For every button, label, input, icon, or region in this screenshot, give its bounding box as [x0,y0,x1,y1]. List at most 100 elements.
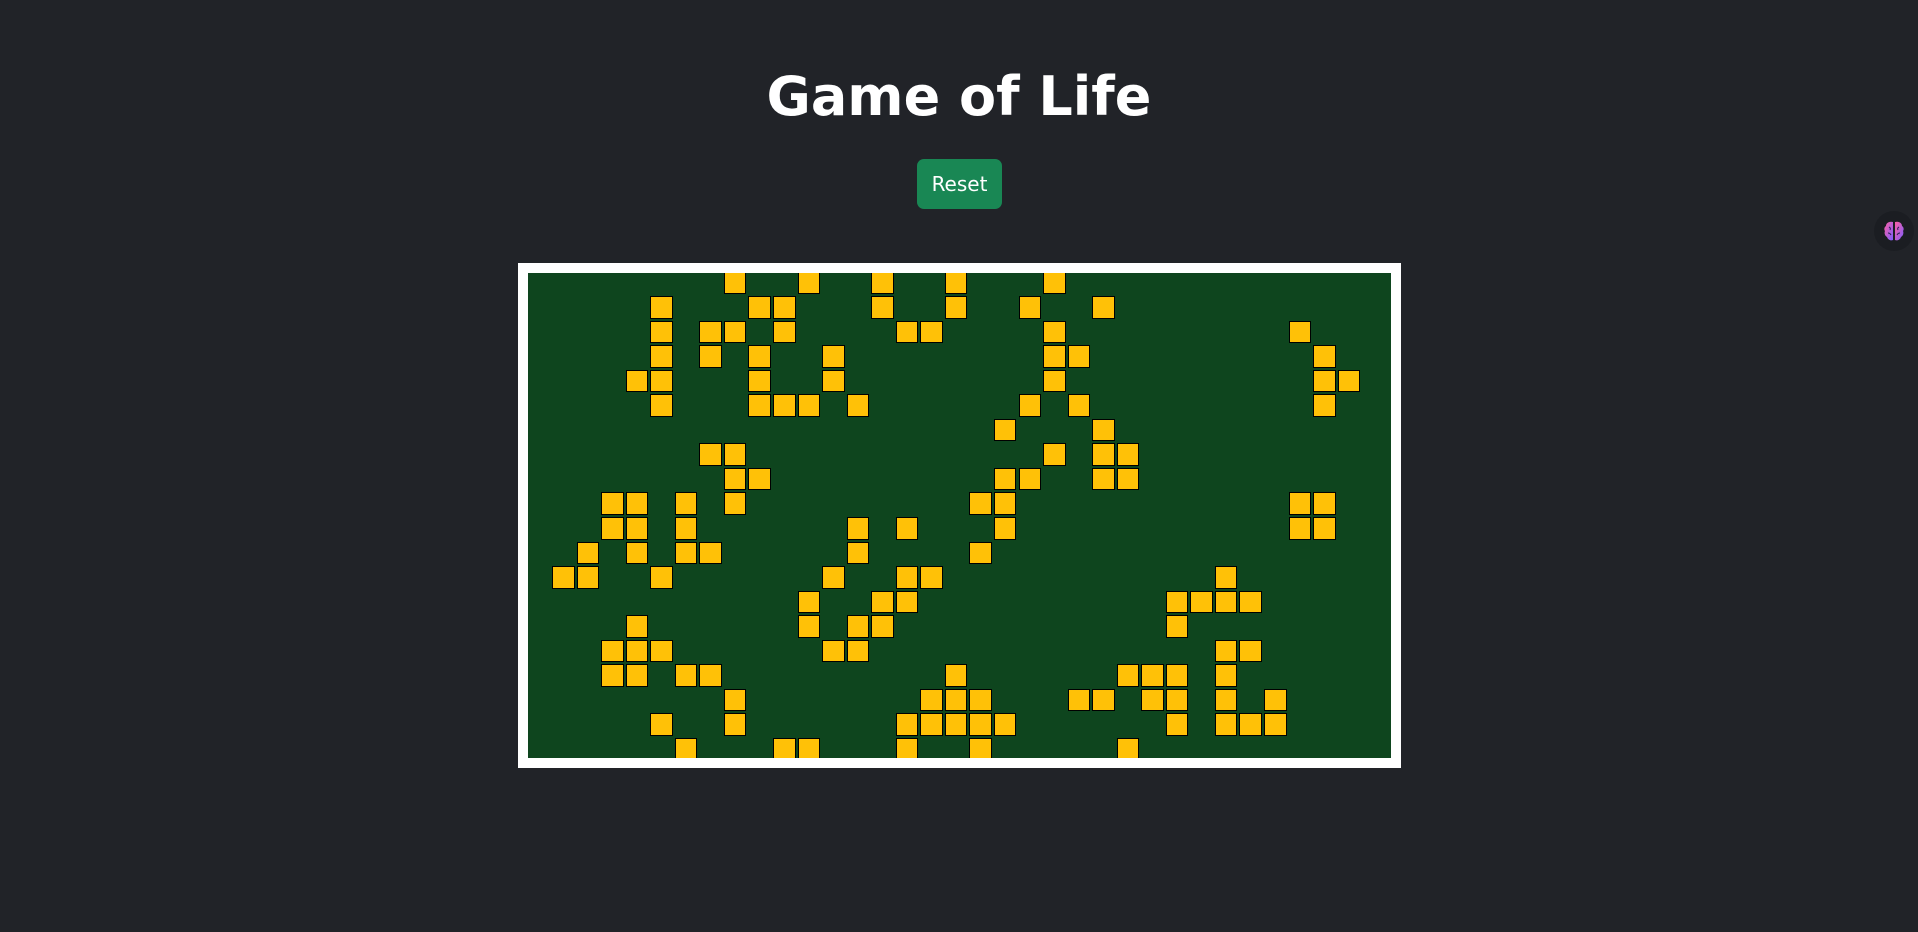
live-cell[interactable] [1313,345,1336,368]
live-cell[interactable] [723,320,747,344]
live-cell[interactable] [723,492,747,515]
live-cell[interactable] [944,688,968,712]
live-cell[interactable] [1043,345,1066,368]
live-cell[interactable] [797,590,821,614]
life-grid[interactable] [528,273,1391,758]
live-cell[interactable] [920,566,943,589]
live-cell[interactable] [1264,688,1287,712]
live-cell[interactable] [1067,688,1091,712]
live-cell[interactable] [699,443,722,466]
live-cell[interactable] [748,296,771,319]
live-cell[interactable] [1116,664,1140,687]
live-cell[interactable] [1092,296,1115,319]
live-cell[interactable] [674,541,698,565]
live-cell[interactable] [601,492,624,515]
live-cell[interactable] [993,418,1017,442]
live-cell[interactable] [773,394,796,417]
live-cell[interactable] [1116,443,1140,466]
live-cell[interactable] [601,517,624,540]
live-cell[interactable] [822,369,845,393]
live-cell[interactable] [920,713,943,736]
live-cell[interactable] [650,345,673,368]
live-cell[interactable] [1165,688,1189,712]
live-cell[interactable] [1313,517,1336,540]
live-cell[interactable] [920,320,943,344]
live-cell[interactable] [723,467,747,491]
live-cell[interactable] [1239,713,1262,736]
live-cell[interactable] [797,273,821,294]
live-cell[interactable] [969,713,992,736]
live-cell[interactable] [723,273,747,294]
live-cell[interactable] [944,296,968,319]
live-cell[interactable] [797,394,821,417]
live-cell[interactable] [895,713,919,736]
live-cell[interactable] [944,713,968,736]
live-cell[interactable] [1313,394,1336,417]
live-cell[interactable] [1043,369,1066,393]
live-cell[interactable] [748,394,771,417]
live-cell[interactable] [846,394,870,417]
live-cell[interactable] [920,688,943,712]
live-cell[interactable] [993,517,1017,540]
live-cell[interactable] [1043,273,1066,294]
live-cell[interactable] [650,296,673,319]
live-cell[interactable] [552,566,575,589]
live-cell[interactable] [1313,492,1336,515]
live-cell[interactable] [993,467,1017,491]
live-cell[interactable] [1288,320,1312,344]
live-cell[interactable] [625,664,649,687]
live-cell[interactable] [1141,688,1164,712]
live-cell[interactable] [895,320,919,344]
live-cell[interactable] [895,566,919,589]
live-cell[interactable] [748,345,771,368]
live-cell[interactable] [1092,688,1115,712]
live-cell[interactable] [1116,467,1140,491]
live-cell[interactable] [748,467,771,491]
live-cell[interactable] [674,737,698,758]
live-cell[interactable] [650,369,673,393]
live-cell[interactable] [699,345,722,368]
live-cell[interactable] [1092,443,1115,466]
live-cell[interactable] [846,517,870,540]
live-cell[interactable] [969,737,992,758]
live-cell[interactable] [625,615,649,638]
live-cell[interactable] [1214,639,1238,663]
live-cell[interactable] [1165,713,1189,736]
live-cell[interactable] [944,664,968,687]
live-cell[interactable] [723,688,747,712]
live-cell[interactable] [1313,369,1336,393]
live-cell[interactable] [1018,394,1041,417]
live-cell[interactable] [1288,517,1312,540]
live-cell[interactable] [650,639,673,663]
live-cell[interactable] [1288,492,1312,515]
live-cell[interactable] [969,541,992,565]
live-cell[interactable] [773,320,796,344]
live-cell[interactable] [1165,664,1189,687]
live-cell[interactable] [1190,590,1213,614]
live-cell[interactable] [650,566,673,589]
live-cell[interactable] [625,369,649,393]
live-cell[interactable] [797,737,821,758]
reset-button[interactable]: Reset [917,159,1002,209]
live-cell[interactable] [895,590,919,614]
live-cell[interactable] [944,273,968,294]
live-cell[interactable] [871,273,894,294]
live-cell[interactable] [773,296,796,319]
live-cell[interactable] [846,639,870,663]
live-cell[interactable] [846,615,870,638]
live-cell[interactable] [650,394,673,417]
live-cell[interactable] [674,664,698,687]
live-cell[interactable] [1043,443,1066,466]
live-cell[interactable] [895,517,919,540]
live-cell[interactable] [1165,615,1189,638]
live-cell[interactable] [969,492,992,515]
live-cell[interactable] [1092,418,1115,442]
live-cell[interactable] [993,492,1017,515]
live-cell[interactable] [625,541,649,565]
live-cell[interactable] [674,492,698,515]
live-cell[interactable] [1043,320,1066,344]
live-cell[interactable] [1214,590,1238,614]
live-cell[interactable] [601,639,624,663]
live-cell[interactable] [1214,688,1238,712]
live-cell[interactable] [1018,296,1041,319]
